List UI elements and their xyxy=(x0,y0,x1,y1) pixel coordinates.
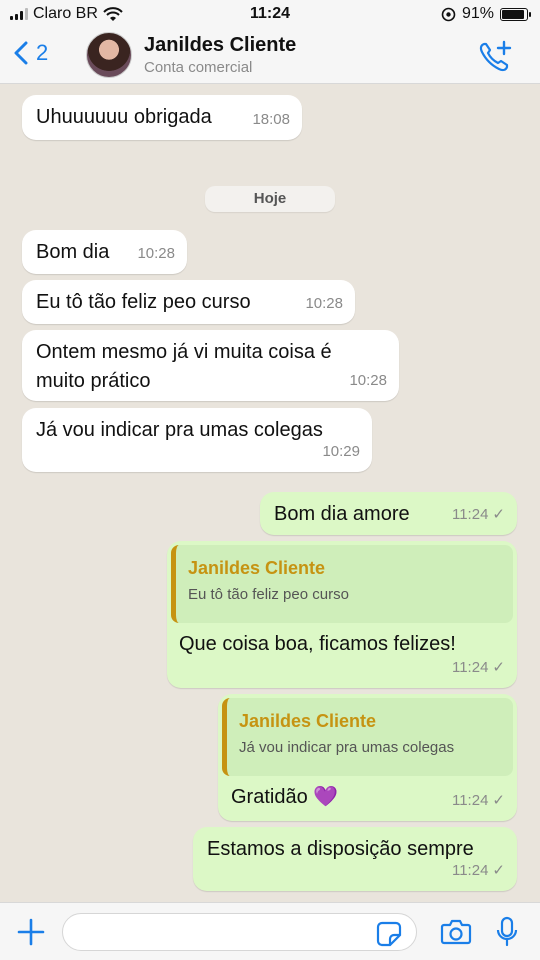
message-time-value: 11:24 xyxy=(451,506,489,523)
add-call-icon xyxy=(479,40,512,72)
plus-icon xyxy=(17,918,45,946)
message-text: Bom dia amore xyxy=(274,503,410,525)
chat-area[interactable]: Uhuuuuuu obrigada 18:08 Hoje Bom dia 10:… xyxy=(0,85,540,902)
unread-count: 2 xyxy=(36,40,49,65)
message-outgoing[interactable]: Estamos a disposição sempre 11:24 ✓ xyxy=(193,827,517,891)
sent-check-icon: ✓ xyxy=(492,862,505,879)
message-time: 11:24 ✓ xyxy=(452,500,505,529)
message-text: Bom dia xyxy=(36,241,110,263)
message-input[interactable] xyxy=(62,913,417,951)
contact-subtitle: Conta comercial xyxy=(144,59,253,76)
message-time-value: 11:24 xyxy=(451,862,489,879)
quoted-text: Eu tô tão feliz peo curso xyxy=(188,586,349,603)
message-text: Gratidão 💜 xyxy=(231,786,339,808)
sticker-button[interactable] xyxy=(376,921,402,952)
message-time: 18:08 xyxy=(252,111,290,128)
chat-header: 2 Janildes Cliente Conta comercial xyxy=(0,30,540,84)
quoted-message[interactable]: Janildes Cliente Eu tô tão feliz peo cur… xyxy=(171,545,513,623)
contact-name[interactable]: Janildes Cliente xyxy=(144,34,296,57)
sent-check-icon: ✓ xyxy=(492,659,505,676)
message-text: Ontem mesmo já vi muita coisa é muito pr… xyxy=(36,341,332,392)
add-call-button[interactable] xyxy=(478,40,512,77)
avatar[interactable] xyxy=(86,32,132,78)
message-time: 10:28 xyxy=(349,372,387,389)
composer-bar xyxy=(0,902,540,960)
quoted-text: Já vou indicar pra umas colegas xyxy=(239,739,455,756)
quoted-sender: Janildes Cliente xyxy=(239,711,377,731)
message-time-value: 11:24 xyxy=(451,659,489,676)
camera-button[interactable] xyxy=(440,919,472,950)
status-bar: Claro BR 11:24 91% xyxy=(0,0,540,30)
quoted-sender: Janildes Cliente xyxy=(188,558,326,578)
sticker-icon xyxy=(376,921,402,947)
battery-group: 91% xyxy=(441,5,531,23)
message-time: 10:29 xyxy=(322,443,360,460)
message-text: Que coisa boa, ficamos felizes! xyxy=(179,633,456,655)
microphone-icon xyxy=(496,916,518,947)
message-outgoing[interactable]: Bom dia amore 11:24 ✓ xyxy=(260,492,517,535)
message-outgoing-reply[interactable]: Janildes Cliente Já vou indicar pra umas… xyxy=(218,694,517,821)
message-time-value: 11:24 xyxy=(451,792,489,809)
message-incoming[interactable]: Bom dia 10:28 xyxy=(22,230,187,274)
message-text: Eu tô tão feliz peo curso xyxy=(36,291,251,313)
message-time: 10:28 xyxy=(305,295,343,312)
date-separator: Hoje xyxy=(205,186,335,212)
orientation-lock-icon xyxy=(441,7,456,21)
camera-icon xyxy=(440,919,472,945)
attach-button[interactable] xyxy=(16,917,46,952)
microphone-button[interactable] xyxy=(496,916,518,953)
message-incoming[interactable]: Já vou indicar pra umas colegas 10:29 xyxy=(22,408,372,472)
sent-check-icon: ✓ xyxy=(492,792,505,809)
message-time: 11:24 ✓ xyxy=(452,653,505,682)
back-chevron-icon xyxy=(14,41,28,65)
message-incoming[interactable]: Uhuuuuuu obrigada 18:08 xyxy=(22,95,302,140)
message-time: 11:24 ✓ xyxy=(452,856,505,885)
quoted-message[interactable]: Janildes Cliente Já vou indicar pra umas… xyxy=(222,698,513,776)
message-time: 10:28 xyxy=(137,245,175,262)
message-text: Já vou indicar pra umas colegas xyxy=(36,419,323,441)
back-button[interactable]: 2 xyxy=(14,40,48,66)
sent-check-icon: ✓ xyxy=(492,506,505,523)
battery-icon xyxy=(500,7,531,21)
battery-percent: 91% xyxy=(461,5,494,22)
message-outgoing-reply[interactable]: Janildes Cliente Eu tô tão feliz peo cur… xyxy=(167,541,517,688)
message-incoming[interactable]: Ontem mesmo já vi muita coisa é muito pr… xyxy=(22,330,399,401)
message-text: Estamos a disposição sempre xyxy=(207,838,474,860)
message-time: 11:24 ✓ xyxy=(452,786,505,815)
message-text: Uhuuuuuu obrigada xyxy=(36,106,212,128)
message-incoming[interactable]: Eu tô tão feliz peo curso 10:28 xyxy=(22,280,355,324)
